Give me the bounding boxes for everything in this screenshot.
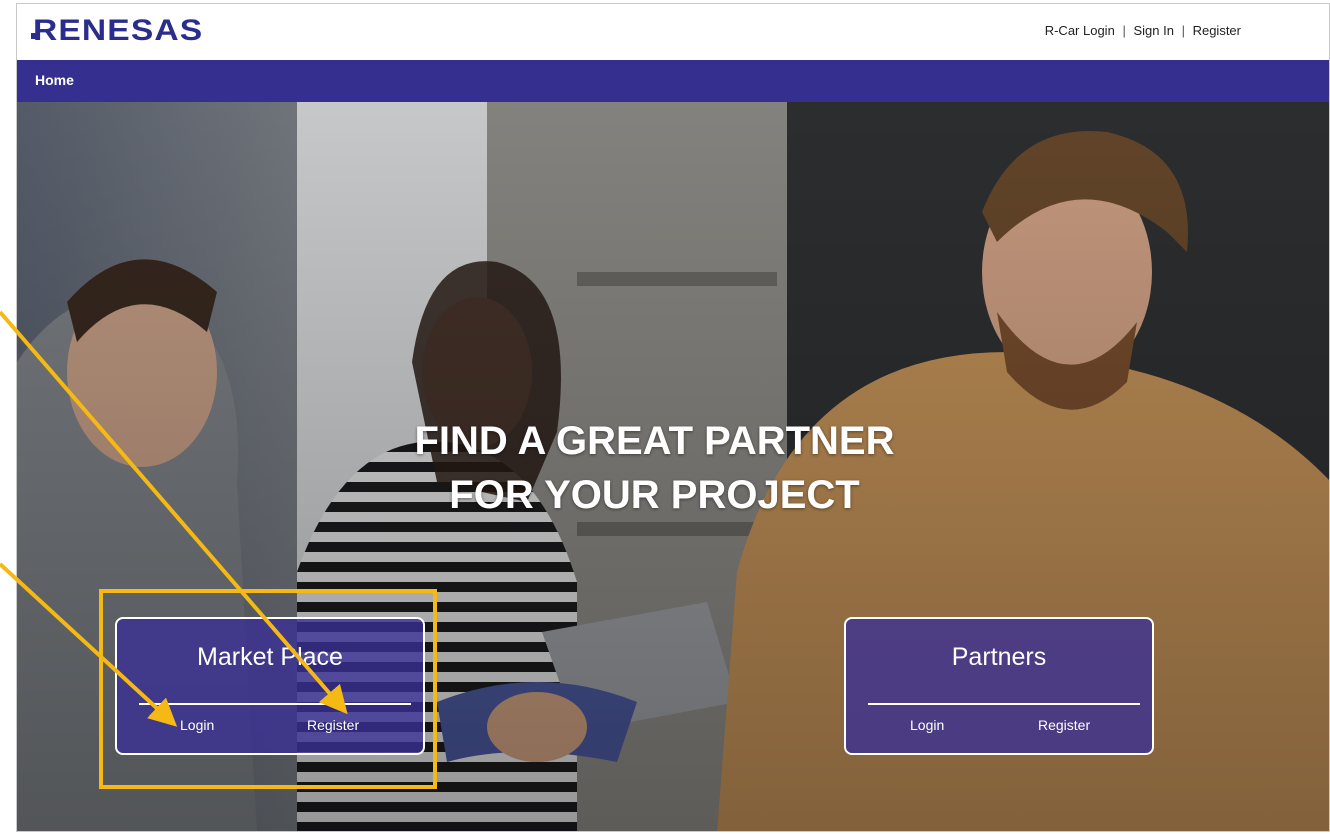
annotation-arrows	[0, 310, 348, 727]
arrow-to-register	[0, 310, 348, 715]
arrow-to-login	[0, 562, 178, 727]
